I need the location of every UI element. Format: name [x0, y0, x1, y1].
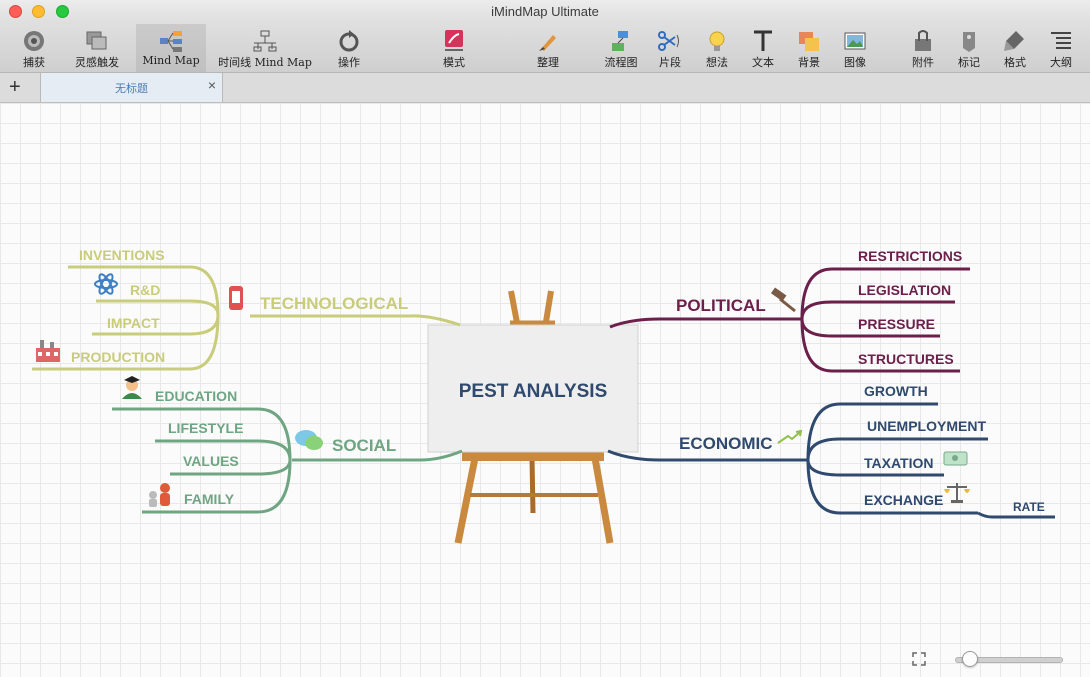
format-brush-icon	[1004, 31, 1024, 51]
timeline-icon	[253, 30, 277, 52]
snippet-button[interactable]: 片段	[652, 24, 688, 72]
mode-icon	[445, 30, 463, 51]
easel-illustration	[427, 290, 639, 544]
window-title: iMindMap Ultimate	[491, 4, 599, 19]
mode-button[interactable]: 模式	[436, 24, 472, 72]
political-item-structures[interactable]: STRUCTURES	[858, 351, 954, 367]
economic-subitem-rate[interactable]: RATE	[1013, 500, 1045, 514]
social-item-family[interactable]: FAMILY	[184, 491, 235, 507]
timeline-mindmap-button[interactable]: 时间线 Mind Map	[215, 24, 315, 72]
zoom-slider-knob[interactable]	[962, 651, 978, 667]
background-icon	[799, 32, 819, 51]
political-item-legislation[interactable]: LEGISLATION	[858, 282, 951, 298]
economic-item-growth[interactable]: GROWTH	[864, 383, 928, 399]
social-item-lifestyle[interactable]: LIFESTYLE	[168, 420, 243, 436]
technological-item-production[interactable]: PRODUCTION	[71, 349, 165, 365]
inspire-button[interactable]: 灵感触发	[68, 24, 126, 72]
technological-item-inventions[interactable]: INVENTIONS	[79, 247, 165, 263]
camera-iris-icon	[24, 31, 44, 51]
tab-untitled[interactable]: 无标题 ×	[40, 73, 223, 102]
scissors-icon	[658, 31, 679, 51]
background-button[interactable]: 背景	[792, 24, 826, 72]
mind-map: PEST ANALYSIS TECHNOLOGICAL INVENTIONS R…	[32, 247, 1055, 544]
attachment-button[interactable]: 附件	[905, 24, 941, 72]
format-button[interactable]: 格式	[998, 24, 1032, 72]
idea-button[interactable]: 想法	[700, 24, 734, 72]
tab-label: 无标题	[115, 83, 148, 95]
app-window: iMindMap Ultimate 捕获 灵感触发 Mind Map 时间线 M…	[0, 0, 1090, 677]
economic-label[interactable]: ECONOMIC	[679, 434, 773, 453]
chat-bubbles-icon	[295, 430, 323, 450]
toolbar: 捕获 灵感触发 Mind Map 时间线 Mind Map 操作 模式 整理 流…	[0, 24, 1090, 73]
atom-icon	[94, 273, 118, 295]
paperclip-icon	[915, 30, 931, 51]
technological-label[interactable]: TECHNOLOGICAL	[260, 294, 408, 313]
capture-button[interactable]: 捕获	[14, 24, 54, 72]
title-bar: iMindMap Ultimate	[0, 0, 1090, 24]
social-item-values[interactable]: VALUES	[183, 453, 239, 469]
operation-button[interactable]: 操作	[330, 24, 368, 72]
economic-item-unemployment[interactable]: UNEMPLOYMENT	[867, 418, 986, 434]
text-t-icon	[754, 30, 772, 51]
growth-arrow-icon	[777, 429, 803, 444]
scales-icon	[944, 483, 970, 503]
rotate-icon	[339, 30, 359, 52]
mobile-phone-icon	[229, 286, 243, 310]
organize-button[interactable]: 整理	[530, 24, 566, 72]
flowchart-icon	[612, 31, 628, 51]
family-icon	[149, 483, 170, 507]
map-canvas[interactable]: PEST ANALYSIS TECHNOLOGICAL INVENTIONS R…	[0, 103, 1090, 677]
social-item-education[interactable]: EDUCATION	[155, 388, 237, 404]
graduate-icon	[122, 376, 142, 399]
factory-icon	[36, 340, 60, 362]
fit-to-screen-icon[interactable]	[912, 652, 926, 666]
image-button[interactable]: 图像	[838, 24, 872, 72]
picture-icon	[844, 32, 866, 50]
close-tab-button[interactable]: ×	[208, 77, 216, 93]
technological-item-impact[interactable]: IMPACT	[107, 315, 160, 331]
flowchart-button[interactable]: 流程图	[600, 24, 642, 72]
technological-item-rd[interactable]: R&D	[130, 282, 160, 298]
gavel-icon	[770, 287, 796, 313]
political-label[interactable]: POLITICAL	[676, 296, 766, 315]
economic-item-exchange[interactable]: EXCHANGE	[864, 492, 943, 508]
money-icon	[943, 451, 968, 466]
new-tab-button[interactable]: +	[9, 76, 21, 98]
central-topic[interactable]: PEST ANALYSIS	[459, 381, 608, 402]
outline-list-icon	[1051, 32, 1071, 49]
tab-bar: + 无标题 ×	[0, 73, 1090, 103]
political-item-pressure[interactable]: PRESSURE	[858, 316, 935, 332]
political-item-restrictions[interactable]: RESTRICTIONS	[858, 248, 962, 264]
tag-icon	[963, 32, 975, 52]
social-label[interactable]: SOCIAL	[332, 436, 396, 455]
text-button[interactable]: 文本	[746, 24, 780, 72]
branch-economic	[607, 402, 1055, 519]
stack-icon	[86, 31, 107, 50]
lightbulb-icon	[709, 31, 725, 51]
mindmap-button[interactable]: Mind Map	[136, 24, 206, 72]
mindmap-icon	[160, 31, 182, 52]
brush-icon	[539, 35, 556, 51]
outline-button[interactable]: 大纲	[1042, 24, 1080, 72]
mark-button[interactable]: 标记	[952, 24, 986, 72]
economic-item-taxation[interactable]: TAXATION	[864, 455, 933, 471]
